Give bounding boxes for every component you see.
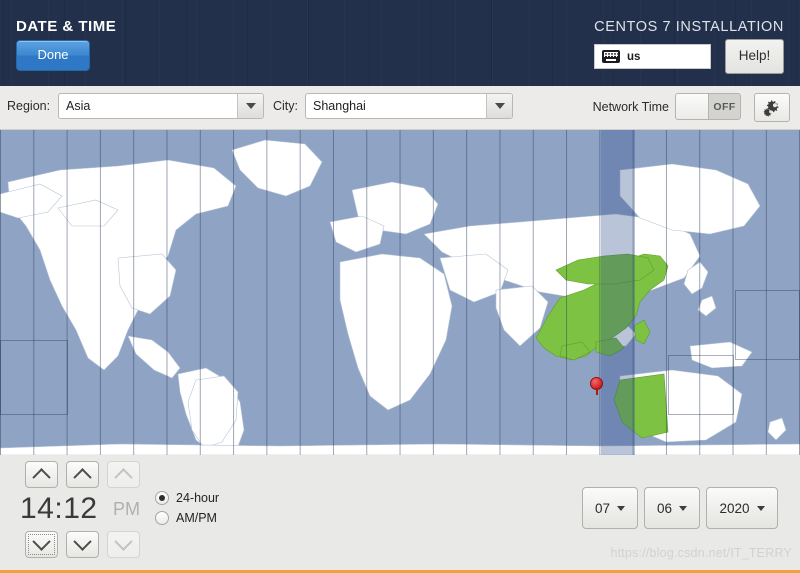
- region-select[interactable]: Asia: [58, 93, 264, 119]
- chevron-down-icon: [73, 532, 92, 551]
- chevron-down-icon: [114, 532, 133, 551]
- month-select[interactable]: 07: [582, 487, 638, 529]
- selected-timezone-band: [601, 130, 635, 455]
- ntp-config-button[interactable]: [754, 93, 790, 122]
- selected-city-marker[interactable]: [590, 377, 603, 395]
- format-option-ampm[interactable]: AM/PM: [155, 511, 217, 525]
- ampm-value: PM: [113, 499, 140, 519]
- region-label: Region:: [7, 99, 51, 113]
- keyboard-layout-indicator[interactable]: us: [594, 44, 711, 69]
- toggle-handle: [676, 94, 709, 119]
- chevron-down-icon: [494, 103, 505, 109]
- ampm-decrement-button: [107, 531, 140, 558]
- header-texture: [0, 0, 800, 86]
- time-display: 14:12: [20, 492, 98, 526]
- chevron-up-icon: [114, 468, 133, 487]
- radio-ampm[interactable]: [155, 511, 169, 525]
- month-value: 07: [594, 500, 611, 516]
- chevron-up-icon: [32, 468, 51, 487]
- date-time-screen: DATE & TIME Done CENTOS 7 INSTALLATION u…: [0, 0, 800, 573]
- chevron-up-icon: [73, 468, 92, 487]
- chevron-down-icon: [245, 103, 256, 109]
- page-title: DATE & TIME: [16, 18, 117, 35]
- city-dropdown-arrow[interactable]: [486, 94, 512, 118]
- help-button[interactable]: Help!: [725, 39, 784, 74]
- minute-decrement-button[interactable]: [66, 531, 99, 558]
- hours-value[interactable]: 14: [20, 492, 54, 525]
- minutes-value[interactable]: 12: [63, 492, 97, 525]
- city-select[interactable]: Shanghai: [305, 93, 513, 119]
- hour-decrement-button[interactable]: [25, 531, 58, 558]
- timezone-subregion: [735, 290, 800, 360]
- region-value: Asia: [66, 99, 91, 113]
- chevron-down-icon: [756, 505, 765, 511]
- keyboard-icon: [602, 50, 620, 63]
- radio-ampm-label: AM/PM: [176, 511, 217, 525]
- gear-icon: [763, 100, 778, 117]
- time-separator: :: [54, 492, 64, 525]
- network-time-state: OFF: [713, 100, 736, 113]
- done-button[interactable]: Done: [16, 40, 90, 71]
- radio-24hour-label: 24-hour: [176, 491, 220, 505]
- day-value: 06: [656, 500, 673, 516]
- city-label: City:: [273, 99, 298, 113]
- day-select[interactable]: 06: [644, 487, 700, 529]
- installation-title: CENTOS 7 INSTALLATION: [594, 19, 784, 35]
- watermark-text: https://blog.csdn.net/IT_TERRY: [610, 546, 792, 560]
- chevron-down-icon: [679, 505, 688, 511]
- year-select[interactable]: 2020: [706, 487, 778, 529]
- timezone-subregion: [668, 355, 734, 415]
- format-option-24hour[interactable]: 24-hour: [155, 491, 219, 505]
- chevron-down-icon: [617, 505, 626, 511]
- year-value: 2020: [719, 500, 750, 516]
- radio-24hour[interactable]: [155, 491, 169, 505]
- ampm-increment-button: [107, 461, 140, 488]
- city-value: Shanghai: [313, 99, 366, 113]
- region-dropdown-arrow[interactable]: [237, 94, 263, 118]
- network-time-toggle[interactable]: OFF: [675, 93, 741, 120]
- minute-increment-button[interactable]: [66, 461, 99, 488]
- keyboard-layout-label: us: [627, 50, 641, 63]
- timezone-map[interactable]: [0, 130, 800, 455]
- hour-increment-button[interactable]: [25, 461, 58, 488]
- network-time-label: Network Time: [592, 100, 669, 114]
- timezone-subregion: [0, 340, 68, 415]
- chevron-down-icon: [32, 532, 51, 551]
- timezone-toolbar: Region: Asia City: Shanghai Network Time…: [0, 86, 800, 130]
- installer-header: DATE & TIME Done CENTOS 7 INSTALLATION u…: [0, 0, 800, 86]
